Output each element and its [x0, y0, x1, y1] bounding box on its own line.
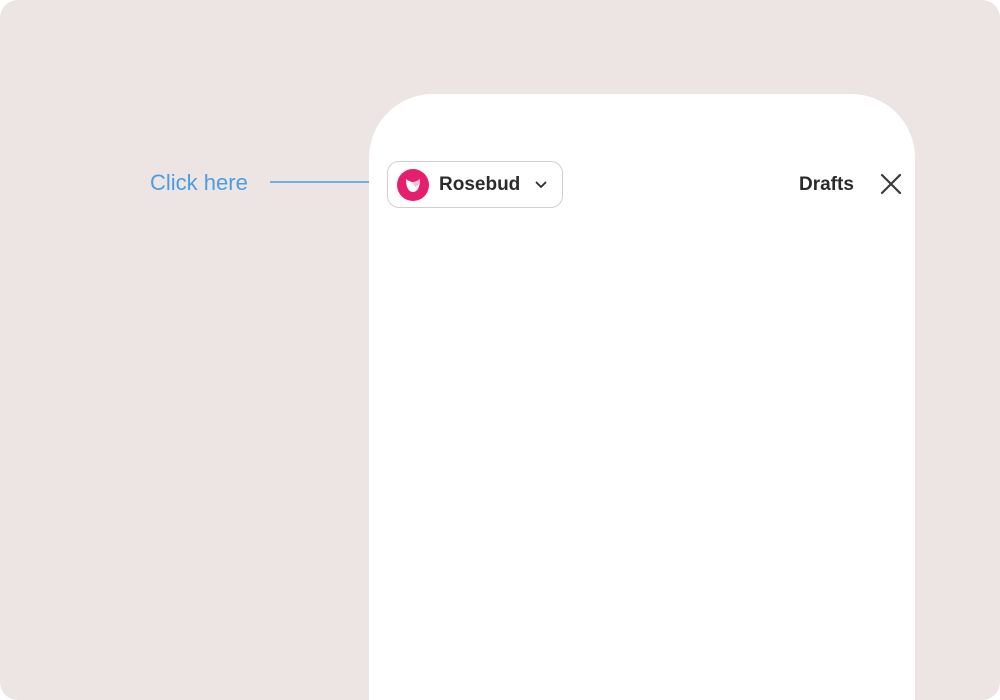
account-switcher-button[interactable]: Rosebud — [387, 161, 563, 208]
canvas-background: Click here Rosebud Drafts — [0, 0, 1000, 700]
rosebud-logo-icon — [406, 178, 420, 192]
close-button[interactable] — [877, 170, 905, 198]
chevron-down-icon — [534, 178, 548, 192]
app-panel: Rosebud Drafts — [369, 94, 915, 700]
account-avatar — [397, 168, 429, 201]
close-icon — [880, 173, 902, 195]
drafts-button[interactable]: Drafts — [799, 172, 854, 198]
account-name: Rosebud — [439, 173, 521, 195]
callout-label: Click here — [150, 170, 248, 195]
